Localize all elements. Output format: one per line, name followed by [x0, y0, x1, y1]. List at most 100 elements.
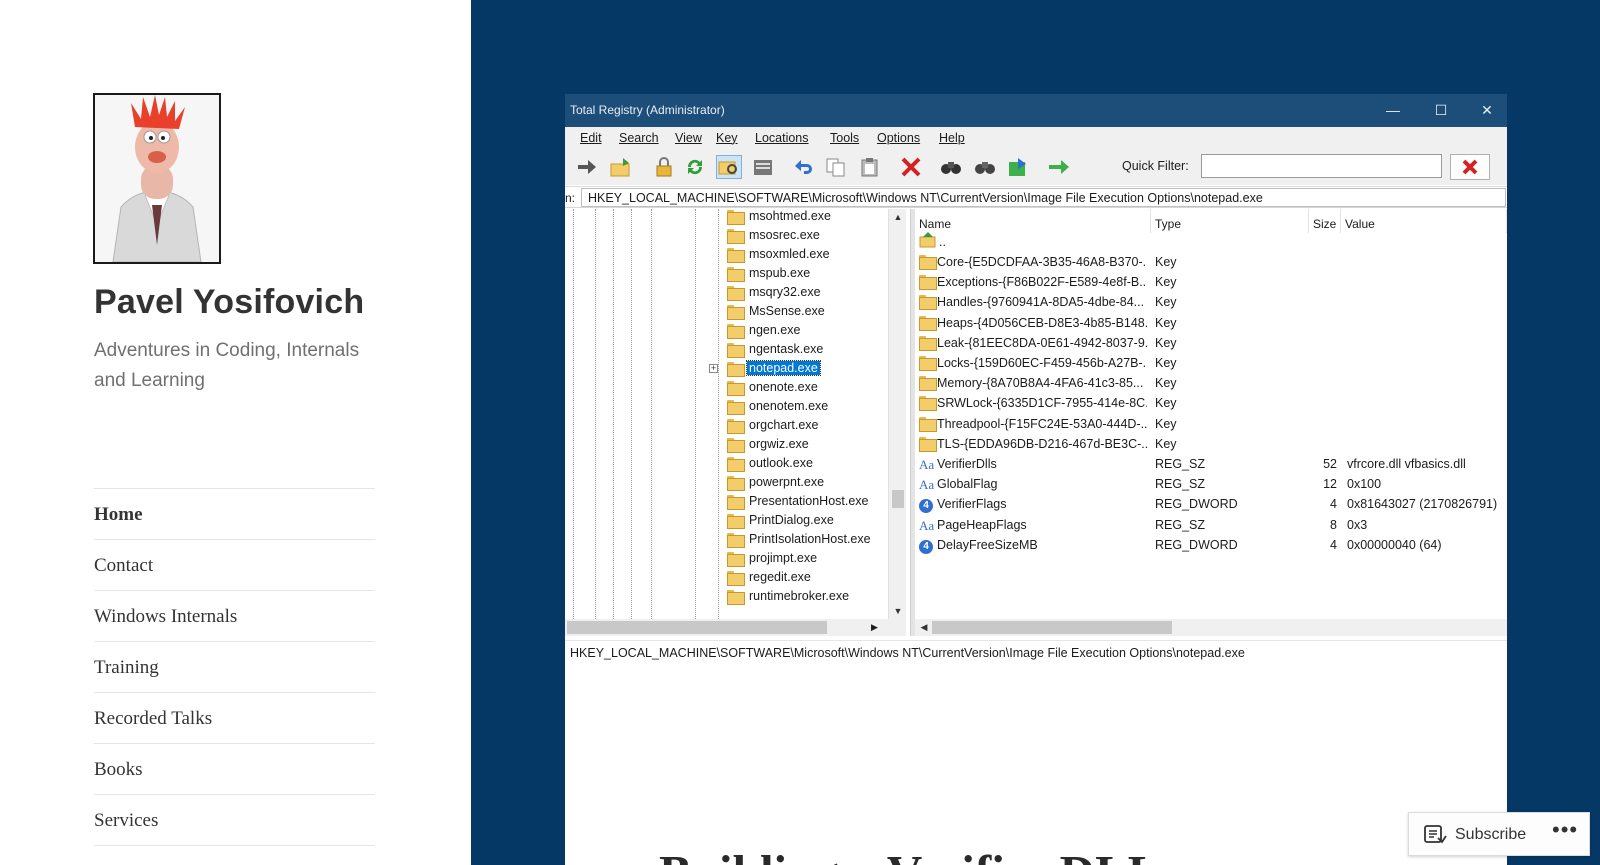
- menu-search[interactable]: Search: [619, 131, 659, 145]
- subscribe-label: Subscribe: [1455, 826, 1527, 843]
- folder-icon: [919, 275, 937, 291]
- value-type: Key: [1155, 255, 1177, 269]
- expand-icon[interactable]: +: [709, 364, 718, 373]
- list-row[interactable]: Exceptions-{F86B022F-E589-4e8f-B... Key: [915, 272, 1507, 292]
- avatar[interactable]: [93, 93, 221, 264]
- folder-icon: [727, 495, 745, 510]
- avatar-image: [95, 95, 219, 262]
- list-row[interactable]: Aa VerifierDlls REG_SZ 52 vfrcore.dll vfbasi…: [915, 454, 1507, 474]
- value-size: 52: [1323, 457, 1337, 471]
- find-icon[interactable]: [939, 156, 963, 178]
- value-data: 0x81643027 (2170826791): [1347, 497, 1498, 512]
- quick-filter-input[interactable]: [1201, 154, 1442, 178]
- lock-icon[interactable]: [652, 156, 676, 178]
- paste-icon[interactable]: [858, 156, 882, 178]
- list-row[interactable]: Aa PageHeapFlags REG_SZ 8 0x3: [915, 515, 1507, 535]
- menu-view[interactable]: View: [675, 131, 702, 145]
- value-data: 0x3: [1347, 517, 1368, 532]
- nav-item-services[interactable]: Services: [94, 795, 375, 846]
- list-row[interactable]: Heaps-{4D056CEB-D8E3-4b85-B148... Key: [915, 313, 1507, 333]
- properties-icon[interactable]: [751, 156, 775, 178]
- list-row[interactable]: 4 DelayFreeSizeMB REG_DWORD 4 0x00000040 (64…: [915, 535, 1507, 555]
- scroll-down-icon[interactable]: ▼: [889, 603, 907, 619]
- menu-options[interactable]: Options: [877, 131, 920, 145]
- menu-key[interactable]: Key: [716, 131, 738, 145]
- column-header-size[interactable]: Size: [1309, 209, 1341, 233]
- go-to-arrow-icon[interactable]: [1047, 156, 1071, 178]
- list-row[interactable]: TLS-{EDDA96DB-D216-467d-BE3C-... Key: [915, 434, 1507, 454]
- value-size: 4: [1330, 497, 1337, 512]
- nav-item-contact[interactable]: Contact: [94, 540, 375, 591]
- scroll-left-icon[interactable]: ◀: [917, 619, 931, 636]
- open-folder-icon: [727, 362, 745, 377]
- list-row[interactable]: SRWLock-{6335D1CF-7955-414e-8C... Key: [915, 393, 1507, 413]
- export-icon[interactable]: [1006, 156, 1030, 178]
- post-title[interactable]: Building a Verifier DLL: [659, 844, 1160, 865]
- maximize-button[interactable]: ☐: [1421, 99, 1461, 121]
- list-row[interactable]: Leak-{81EEC8DA-0E61-4942-8037-9... Key: [915, 333, 1507, 353]
- menu-help[interactable]: Help: [939, 131, 965, 145]
- folder-icon: [919, 295, 937, 311]
- folder-icon: [727, 286, 745, 301]
- nav-item-books[interactable]: Books: [94, 744, 375, 795]
- list-row[interactable]: Locks-{159D60EC-F459-456b-A27B-... Key: [915, 353, 1507, 373]
- value-type: Key: [1155, 416, 1177, 431]
- copy-icon[interactable]: [824, 156, 848, 178]
- list-row[interactable]: Threadpool-{F15FC24E-53A0-444D-... Key: [915, 414, 1507, 434]
- delete-icon[interactable]: [899, 156, 923, 178]
- nav-item-home[interactable]: Home: [94, 489, 375, 540]
- close-button[interactable]: ✕: [1467, 99, 1507, 121]
- value-type: REG_SZ: [1155, 457, 1206, 471]
- value-size: 12: [1323, 477, 1337, 492]
- scroll-right-icon[interactable]: ▶: [871, 619, 878, 636]
- address-field[interactable]: HKEY_LOCAL_MACHINE\SOFTWARE\Microsoft\Wi…: [581, 188, 1506, 207]
- value-data: vfrcore.dll vfbasics.dll: [1347, 457, 1466, 471]
- toolbar: Quick Filter:: [565, 149, 1507, 185]
- tree-horizontal-scrollbar[interactable]: ▶: [565, 619, 906, 636]
- list-row[interactable]: Aa GlobalFlag REG_SZ 12 0x100: [915, 474, 1507, 494]
- folder-icon: [727, 438, 745, 453]
- list-horizontal-scrollbar[interactable]: ◀: [915, 619, 1507, 636]
- site-title[interactable]: Pavel Yosifovich: [94, 283, 364, 322]
- folder-icon: [919, 436, 937, 452]
- minimize-button[interactable]: —: [1373, 99, 1413, 121]
- column-header-name[interactable]: Name: [915, 209, 1151, 233]
- tree-vertical-scrollbar[interactable]: ▲ ▼: [888, 209, 906, 619]
- folder-icon: [727, 533, 745, 548]
- clear-filter-icon: [1462, 159, 1478, 175]
- nav-item-training[interactable]: Training: [94, 642, 375, 693]
- menu-tools[interactable]: Tools: [830, 131, 859, 145]
- menu-edit[interactable]: Edit: [580, 131, 602, 145]
- list-row[interactable]: 4 VerifierFlags REG_DWORD 4 0x81643027 (2170…: [915, 494, 1507, 514]
- value-name: Threadpool-{F15FC24E-53A0-444D-...: [937, 416, 1147, 431]
- value-type: Key: [1155, 376, 1177, 391]
- scroll-up-icon[interactable]: ▲: [889, 209, 907, 225]
- undo-icon[interactable]: [791, 156, 815, 178]
- string-value-icon: Aa: [919, 517, 935, 533]
- list-row[interactable]: Memory-{8A70B8A4-4FA6-41c3-85... Key: [915, 373, 1507, 393]
- nav-item-windows-internals[interactable]: Windows Internals: [94, 591, 375, 642]
- nav-item-recorded-talks[interactable]: Recorded Talks: [94, 693, 375, 744]
- subscribe-button[interactable]: Subscribe: [1423, 824, 1526, 846]
- refresh-icon[interactable]: [683, 156, 707, 178]
- find-key-icon[interactable]: [716, 155, 742, 179]
- column-header-type[interactable]: Type: [1151, 209, 1309, 233]
- find-next-icon[interactable]: [973, 156, 997, 178]
- scroll-thumb[interactable]: [892, 490, 904, 508]
- clear-filter-button[interactable]: [1450, 154, 1490, 180]
- parent-folder-icon: [919, 232, 936, 248]
- scroll-thumb[interactable]: [932, 621, 1172, 634]
- more-options-button[interactable]: •••: [1552, 817, 1578, 843]
- value-name: VerifierDlls: [937, 457, 997, 471]
- list-row[interactable]: Core-{E5DCDFAA-3B35-46A8-B370-... Key: [915, 252, 1507, 272]
- go-forward-icon[interactable]: [575, 156, 599, 178]
- list-row-parent[interactable]: ..: [915, 232, 1507, 252]
- reader-icon: [1424, 825, 1447, 844]
- value-size: 8: [1330, 517, 1337, 532]
- scroll-thumb[interactable]: [567, 621, 827, 634]
- column-header-value[interactable]: Value: [1341, 209, 1507, 233]
- menu-locations[interactable]: Locations: [755, 131, 809, 145]
- new-key-icon[interactable]: [609, 156, 633, 178]
- value-data: 0x00000040 (64): [1347, 537, 1442, 552]
- list-row[interactable]: Handles-{9760941A-8DA5-4dbe-84... Key: [915, 292, 1507, 312]
